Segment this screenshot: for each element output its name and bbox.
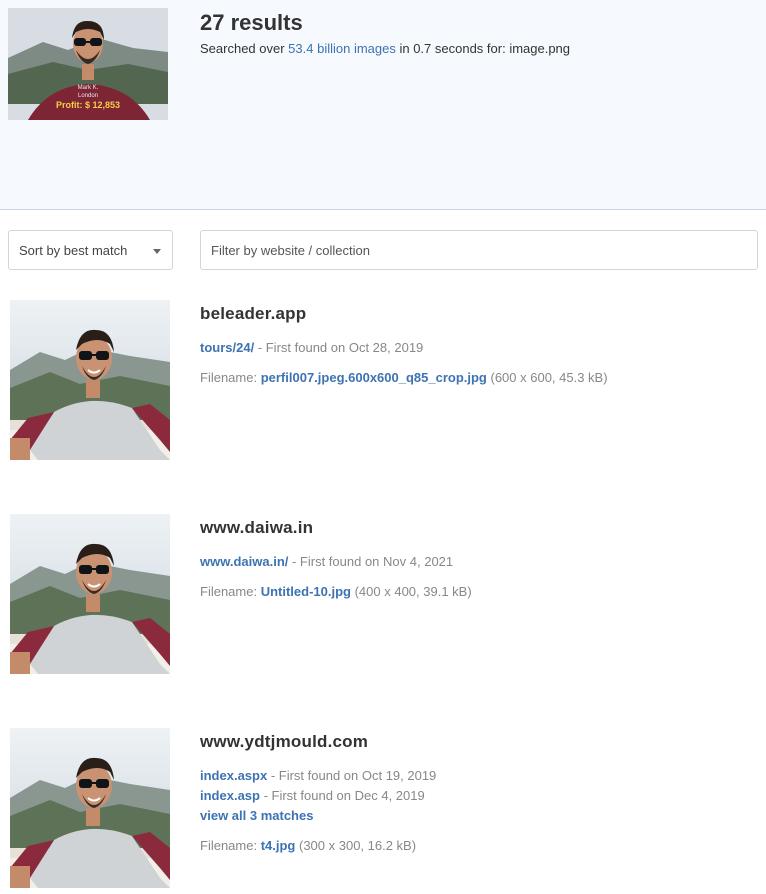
- result-page-line: index.aspx - First found on Oct 19, 2019: [200, 766, 436, 786]
- result-page-line: index.asp - First found on Dec 4, 2019: [200, 786, 436, 806]
- results-header: Mark K. London Profit: $ 12,853 27 resul…: [0, 0, 766, 210]
- result-thumbnail[interactable]: [10, 514, 170, 674]
- filter-input[interactable]: [200, 230, 758, 270]
- sort-dropdown[interactable]: Sort by best match: [8, 230, 173, 270]
- view-all-line: view all 3 matches: [200, 806, 436, 826]
- sort-dropdown-label: Sort by best match: [19, 243, 128, 258]
- result-filename-line: Filename: perfil007.jpeg.600x600_q85_cro…: [200, 368, 608, 388]
- result-thumbnail[interactable]: [10, 300, 170, 460]
- result-filename-link[interactable]: perfil007.jpeg.600x600_q85_crop.jpg: [261, 370, 487, 385]
- result-domain[interactable]: www.ydtjmould.com: [200, 732, 368, 752]
- result-details: tours/24/ - First found on Oct 28, 2019 …: [200, 338, 608, 388]
- view-all-matches-link[interactable]: view all 3 matches: [200, 808, 313, 823]
- result-filename-line: Filename: t4.jpg (300 x 300, 16.2 kB): [200, 836, 436, 856]
- result-item: www.ydtjmould.com index.aspx - First fou…: [0, 728, 766, 894]
- file-meta: (600 x 600, 45.3 kB): [486, 370, 608, 385]
- result-found-date: - First found on Oct 28, 2019: [254, 340, 424, 355]
- filename-label: Filename:: [200, 584, 261, 599]
- overlay-name: Mark K.: [78, 85, 99, 91]
- result-thumbnail[interactable]: [10, 728, 170, 888]
- result-filename-link[interactable]: Untitled-10.jpg: [261, 584, 351, 599]
- search-summary: Searched over 53.4 billion images in 0.7…: [200, 41, 570, 56]
- filename-label: Filename:: [200, 370, 261, 385]
- overlay-profit: Profit: $ 12,853: [56, 100, 120, 110]
- result-domain[interactable]: www.daiwa.in: [200, 518, 313, 538]
- result-page-link[interactable]: index.asp: [200, 788, 260, 803]
- result-found-date: - First found on Nov 4, 2021: [288, 554, 454, 569]
- result-item: www.daiwa.in www.daiwa.in/ - First found…: [0, 514, 766, 684]
- result-domain[interactable]: beleader.app: [200, 304, 306, 324]
- file-meta: (400 x 400, 39.1 kB): [350, 584, 472, 599]
- result-details: www.daiwa.in/ - First found on Nov 4, 20…: [200, 552, 472, 602]
- results-count-title: 27 results: [200, 10, 303, 35]
- query-image-thumbnail[interactable]: Mark K. London Profit: $ 12,853: [8, 8, 168, 120]
- overlay-city: London: [78, 93, 98, 99]
- filename-label: Filename:: [200, 838, 261, 853]
- summary-prefix: Searched over: [200, 41, 289, 56]
- result-page-link[interactable]: tours/24/: [200, 340, 254, 355]
- result-page-line: www.daiwa.in/ - First found on Nov 4, 20…: [200, 552, 472, 572]
- query-filename: image.png: [509, 41, 571, 56]
- result-page-line: tours/24/ - First found on Oct 28, 2019: [200, 338, 608, 358]
- file-meta: (300 x 300, 16.2 kB): [295, 838, 417, 853]
- result-page-link[interactable]: www.daiwa.in/: [200, 554, 288, 569]
- result-details: index.aspx - First found on Oct 19, 2019…: [200, 766, 436, 856]
- summary-mid: in 0.7 seconds for:: [395, 41, 510, 56]
- result-item: beleader.app tours/24/ - First found on …: [0, 300, 766, 470]
- result-found-date: - First found on Dec 4, 2019: [259, 788, 425, 803]
- index-size: 53.4 billion images: [288, 41, 396, 56]
- result-filename-link[interactable]: t4.jpg: [261, 838, 296, 853]
- result-page-link[interactable]: index.aspx: [200, 768, 267, 783]
- result-filename-line: Filename: Untitled-10.jpg (400 x 400, 39…: [200, 582, 472, 602]
- chevron-down-icon: [153, 249, 161, 254]
- result-found-date: - First found on Oct 19, 2019: [267, 768, 437, 783]
